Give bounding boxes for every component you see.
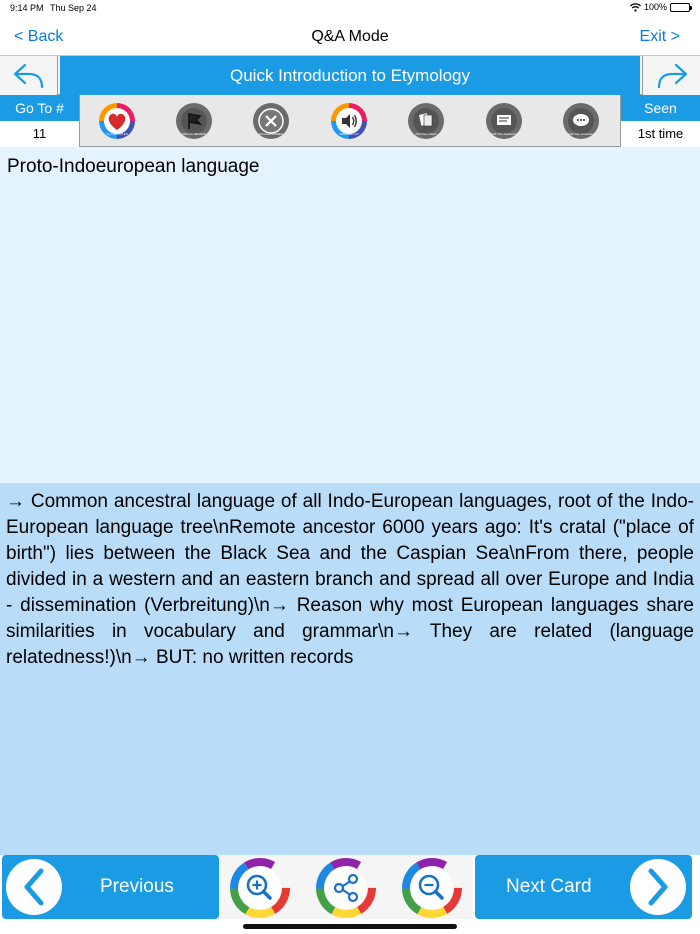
- previous-button[interactable]: Previous: [2, 855, 219, 919]
- bottom-bar: Previous Next Card: [0, 855, 700, 934]
- tool-label: Edit This Flashcard: [491, 132, 517, 136]
- seen-panel: Seen 1st time: [620, 95, 700, 147]
- reply-arrow-icon: [13, 63, 43, 88]
- add-comment-button[interactable]: Add Your Comment: [563, 103, 599, 139]
- navigation-bar: < Back Q&A Mode Exit >: [0, 17, 700, 56]
- tool-label: SPEAKER On: [339, 132, 359, 136]
- status-time: 9:14 PM: [10, 3, 44, 13]
- goto-label[interactable]: Go To #: [0, 95, 79, 121]
- goto-value[interactable]: 11: [0, 121, 79, 147]
- seen-label: Seen: [621, 95, 700, 121]
- seen-value: 1st time: [621, 121, 700, 147]
- card-answer: → Common ancestral language of all Indo-…: [0, 483, 700, 855]
- mark-review-button[interactable]: Mark for REVIEW: [176, 103, 212, 139]
- home-indicator[interactable]: [243, 924, 457, 929]
- next-card-label: Next Card: [506, 876, 592, 897]
- tool-label: Mark for REVIEW: [182, 132, 206, 136]
- favorites-button[interactable]: My FAVORITES: [99, 103, 135, 139]
- card-question: Proto-Indoeuropean language: [0, 147, 700, 483]
- status-bar: 9:14 PM Thu Sep 24 100%: [0, 0, 700, 17]
- tool-label: Remove MISSED: [259, 132, 283, 136]
- tool-label: Add Own Cards: [415, 132, 437, 136]
- zoom-out-icon[interactable]: [402, 858, 462, 918]
- chevron-left-icon: [6, 859, 62, 915]
- action-icons: [219, 855, 473, 919]
- add-cards-button[interactable]: Add Own Cards: [408, 103, 444, 139]
- deck-title-row: Quick Introduction to Etymology: [0, 56, 700, 95]
- previous-label: Previous: [100, 876, 174, 897]
- forward-arrow-icon: [657, 63, 687, 88]
- zoom-in-icon[interactable]: [230, 858, 290, 918]
- status-date: Thu Sep 24: [50, 3, 97, 13]
- tool-label: Add Your Comment: [567, 132, 594, 136]
- reply-back-button[interactable]: [0, 56, 58, 95]
- speaker-button[interactable]: SPEAKER On: [331, 103, 367, 139]
- battery-icon: [670, 2, 692, 12]
- status-right: 100%: [630, 2, 692, 12]
- goto-panel: Go To # 11: [0, 95, 80, 147]
- next-card-button[interactable]: Next Card: [475, 855, 692, 919]
- remove-missed-button[interactable]: Remove MISSED: [253, 103, 289, 139]
- exit-button[interactable]: Exit >: [640, 28, 680, 46]
- share-icon[interactable]: [316, 858, 376, 918]
- forward-button[interactable]: [642, 56, 700, 95]
- deck-title: Quick Introduction to Etymology: [60, 56, 640, 95]
- page-title: Q&A Mode: [311, 28, 389, 45]
- chevron-right-icon: [630, 859, 686, 915]
- wifi-icon: [630, 2, 641, 12]
- tool-label: My FAVORITES: [106, 132, 128, 136]
- toolbar-row: Go To # 11 My FAVORITES Mark for REVIEW …: [0, 95, 700, 147]
- edit-flashcard-button[interactable]: Edit This Flashcard: [486, 103, 522, 139]
- battery-percent: 100%: [643, 2, 667, 12]
